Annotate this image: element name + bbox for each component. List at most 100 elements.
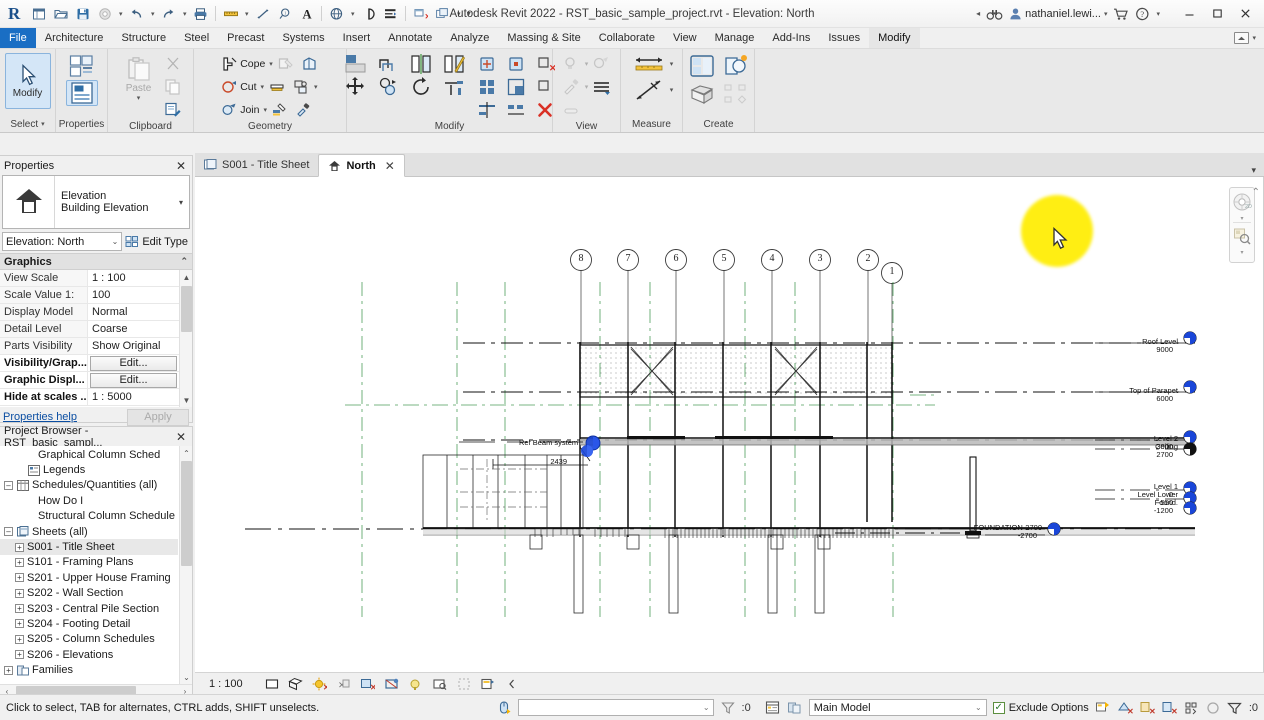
grid-bubble-label[interactable]: 2 (858, 253, 878, 264)
grid-bubble-label[interactable]: 6 (666, 253, 686, 264)
ribbon-tab-massing-site[interactable]: Massing & Site (498, 28, 589, 48)
tree-expand-icon[interactable]: + (15, 588, 24, 598)
properties-scroll-down-icon[interactable]: ▼ (180, 393, 193, 407)
reveal-hidden-elements-icon[interactable] (479, 675, 497, 693)
grid-bubble-label[interactable]: 3 (810, 253, 830, 264)
move-button[interactable] (342, 76, 370, 97)
level-bubble-icon[interactable] (1183, 442, 1197, 456)
browser-tree-item[interactable]: + S201 - Upper House Framing (0, 570, 178, 585)
ribbon-tab-architecture[interactable]: Architecture (36, 28, 113, 48)
property-row[interactable]: Graphic Displ... Edit... (0, 372, 179, 389)
project-browser-tree[interactable]: Graphical Column Sched Legends – Schedules/… (0, 446, 192, 684)
navigation-bar[interactable]: 2D ▾ ▾ (1229, 187, 1255, 263)
measure-along-dropdown-icon[interactable]: ▾ (670, 86, 674, 94)
modify-button[interactable]: Modify (4, 53, 51, 109)
show-hidden-button[interactable] (590, 76, 613, 97)
browser-tree-item[interactable]: + Families (0, 662, 178, 677)
hide-element-button[interactable] (560, 53, 583, 74)
cut-clipboard-button[interactable] (162, 53, 184, 74)
cut-geometry-button[interactable]: Cut (219, 76, 258, 97)
grid-bubble-label[interactable]: 8 (571, 253, 591, 264)
ribbon-tab-analyze[interactable]: Analyze (441, 28, 498, 48)
close-hidden-windows-icon[interactable]: ✕ (410, 3, 431, 24)
browser-tree-item[interactable]: Structural Column Schedule (0, 509, 178, 524)
create-similar-button[interactable] (687, 53, 717, 79)
array-button[interactable] (475, 76, 499, 97)
mirror-draw-axis-button[interactable] (441, 53, 469, 74)
switch-windows-dropdown-icon[interactable]: ▾ (454, 10, 463, 18)
level-elevation-label[interactable]: 9000 (998, 345, 1173, 354)
project-browser-close-icon[interactable]: ✕ (174, 430, 188, 444)
create-assembly-button[interactable] (721, 81, 751, 107)
tree-collapse-icon[interactable]: – (4, 480, 13, 490)
navbar-collapse-icon[interactable]: ⌃ (1252, 187, 1260, 198)
level-bubble-icon[interactable] (1183, 380, 1197, 394)
view-scale-label[interactable]: 1 : 100 (209, 678, 243, 690)
property-value[interactable]: 1 : 5000 (88, 389, 179, 406)
help-dropdown-icon[interactable]: ▾ (1156, 10, 1160, 18)
property-value[interactable]: Edit... (88, 355, 179, 372)
ribbon-tab-systems[interactable]: Systems (273, 28, 333, 48)
open-icon[interactable] (50, 3, 71, 24)
undo-dropdown-icon[interactable]: ▾ (148, 10, 157, 18)
paste-button[interactable]: Paste ▾ (118, 53, 160, 105)
property-row[interactable]: Detail Level Coarse (0, 321, 179, 338)
tree-expand-icon[interactable]: + (4, 665, 13, 675)
steering-wheel-dropdown-icon[interactable]: ▾ (1240, 215, 1243, 222)
browser-tree-item[interactable]: Legends (0, 462, 178, 477)
hide-element-dropdown-icon[interactable]: ▾ (585, 60, 589, 68)
linework-dropdown-icon[interactable]: ▾ (585, 83, 589, 91)
help-icon[interactable]: ? (1135, 7, 1150, 21)
property-edit-button[interactable]: Edit... (90, 372, 177, 388)
ribbon-display-options-icon[interactable] (1234, 32, 1250, 44)
level-elevation-label[interactable]: 6000 (998, 394, 1173, 403)
paste-dropdown-icon[interactable]: ▾ (137, 94, 141, 102)
cope-button[interactable]: Cope (219, 53, 267, 74)
level-elevation-label[interactable]: -1200 (998, 506, 1173, 515)
exclude-options-checkbox[interactable]: ✓ Exclude Options (992, 701, 1089, 714)
browser-tree-item[interactable]: + S205 - Column Schedules (0, 632, 178, 647)
view-tab-north[interactable]: North ✕ (318, 154, 405, 177)
properties-group-graphics[interactable]: Graphics ⌃ (0, 253, 192, 270)
ribbon-tab-manage[interactable]: Manage (706, 28, 764, 48)
sun-path-icon[interactable]: ✕ (311, 675, 329, 693)
ribbon-options-area[interactable]: ▾ (1234, 28, 1264, 48)
exclude-options-check-icon[interactable]: ✓ (992, 701, 1005, 714)
reveal-constraints-button[interactable] (560, 99, 583, 120)
view-control-bar[interactable]: 1 : 100 ✕ ✕ ✕ (195, 672, 1264, 694)
properties-close-icon[interactable]: ✕ (174, 159, 188, 173)
type-selector[interactable]: Elevation Building Elevation ▾ (2, 175, 190, 229)
browser-scroll-thumb[interactable] (181, 461, 192, 566)
redo-dropdown-icon[interactable]: ▾ (180, 10, 189, 18)
tree-expand-icon[interactable]: + (15, 634, 24, 644)
save-icon[interactable] (72, 3, 93, 24)
level-elevation-label[interactable]: 2700 (998, 450, 1173, 459)
browser-tree-item[interactable]: + S101 - Framing Plans (0, 555, 178, 570)
select-dropdown-icon[interactable]: ▾ (41, 118, 45, 132)
split-element-button[interactable] (475, 99, 499, 120)
press-and-drag-icon[interactable] (496, 700, 512, 716)
browser-tree-item[interactable]: How Do I (0, 493, 178, 508)
browser-scrollbar[interactable]: ⌃ ⌄ (179, 446, 192, 684)
minimize-button[interactable] (1176, 3, 1202, 25)
property-row[interactable]: View Scale 1 : 100 (0, 270, 179, 287)
property-value[interactable]: Coarse (88, 321, 179, 338)
user-account[interactable]: nathaniel.lewi... ▾ (1009, 7, 1107, 21)
tag-icon[interactable]: 1 (274, 3, 295, 24)
save-as-dropdown-icon[interactable]: ▾ (116, 10, 125, 18)
level-elevation-label[interactable]: -2700 (862, 531, 1037, 540)
match-type-button[interactable] (162, 99, 184, 120)
zoom-dropdown-icon[interactable]: ▾ (1240, 249, 1243, 256)
measure-along-element-button[interactable] (630, 76, 668, 104)
split-element-geometry-button[interactable] (269, 99, 291, 120)
split-with-gap-button[interactable] (504, 99, 528, 120)
ribbon-panels[interactable]: Modify Select ▾ Properties Paste ▾ Clipb… (0, 49, 1264, 133)
property-value[interactable]: Normal (88, 304, 179, 321)
temporary-hide-isolate-icon[interactable] (455, 675, 473, 693)
lock-3d-view-icon[interactable] (431, 675, 449, 693)
view-tab-bar[interactable]: S001 - Title Sheet North ✕ ▾ (195, 153, 1264, 177)
property-row[interactable]: Hide at scales ... 1 : 5000 (0, 389, 179, 406)
copy-clipboard-button[interactable] (162, 76, 184, 97)
switch-windows-icon[interactable] (432, 3, 453, 24)
measure-between-references-button[interactable] (630, 53, 668, 74)
